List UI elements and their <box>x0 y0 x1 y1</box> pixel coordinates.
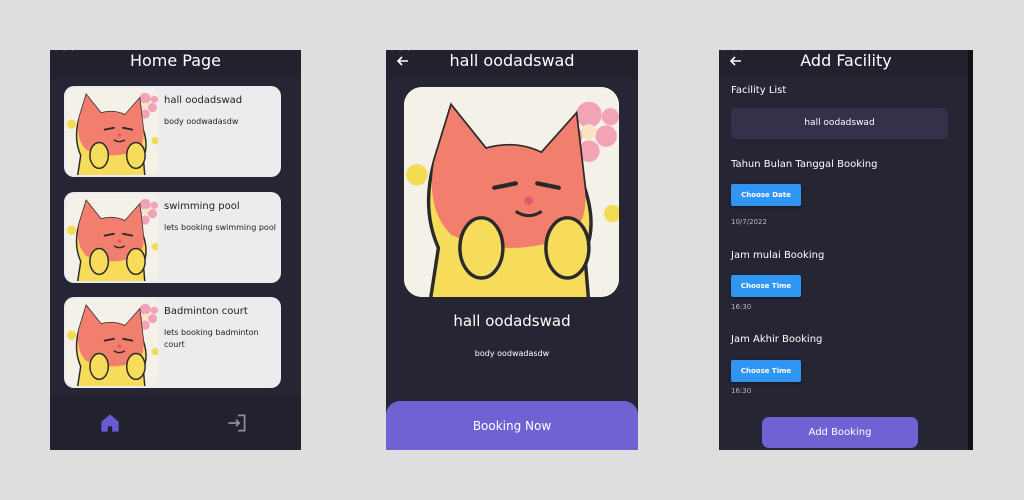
start-time-label: Jam mulai Booking <box>731 250 825 261</box>
card-title: hall oodadswad <box>164 95 243 106</box>
add-facility-screen: • • • Add Facility Facility List hall oo… <box>719 50 973 450</box>
facility-list-label: Facility List <box>731 85 787 96</box>
cat-image <box>66 299 158 386</box>
home-screen: • • • Home Page hall oodadswad body oodw… <box>50 50 301 450</box>
bottom-nav <box>50 396 301 450</box>
cat-image <box>66 88 158 175</box>
add-booking-button[interactable]: Add Booking <box>762 417 918 448</box>
card-title: swimming pool <box>164 201 240 212</box>
booking-now-button[interactable]: Booking Now <box>386 401 638 450</box>
cat-image <box>404 87 619 297</box>
choose-date-button[interactable]: Choose Date <box>731 184 801 206</box>
facility-title: hall oodadswad <box>453 312 571 330</box>
app-bar: • • • Home Page <box>50 50 301 78</box>
detail-screen: • • • hall oodadswad hall oodadswad body… <box>386 50 638 450</box>
date-value: 10/7/2022 <box>731 218 767 226</box>
facility-dropdown[interactable]: hall oodadswad <box>731 108 948 139</box>
scrollbar[interactable] <box>968 50 973 450</box>
cat-image <box>66 194 158 281</box>
start-time-value: 16:30 <box>731 303 752 311</box>
logout-icon[interactable] <box>224 410 250 436</box>
card-body: lets booking badminton court <box>164 328 259 349</box>
facility-card[interactable]: hall oodadswad body oodwadasdw <box>64 86 281 177</box>
end-time-value: 16:30 <box>731 387 752 395</box>
app-bar: • • • Add Facility <box>719 50 973 78</box>
home-icon[interactable] <box>97 410 123 436</box>
card-title: Badminton court <box>164 306 248 317</box>
app-bar: • • • hall oodadswad <box>386 50 638 78</box>
facility-card[interactable]: swimming pool lets booking swimming pool <box>64 192 281 283</box>
facility-body: body oodwadasdw <box>474 349 550 358</box>
end-time-label: Jam Akhir Booking <box>731 334 823 345</box>
choose-end-time-button[interactable]: Choose Time <box>731 360 801 382</box>
page-title: hall oodadswad <box>449 51 575 70</box>
page-title: Add Facility <box>800 51 892 70</box>
date-label: Tahun Bulan Tanggal Booking <box>731 159 878 170</box>
page-title: Home Page <box>129 51 222 70</box>
card-body: body oodwadasdw <box>164 117 239 126</box>
facility-card[interactable]: Badminton court lets booking badminton c… <box>64 297 281 388</box>
card-body: lets booking swimming pool <box>164 223 276 232</box>
choose-start-time-button[interactable]: Choose Time <box>731 275 801 297</box>
